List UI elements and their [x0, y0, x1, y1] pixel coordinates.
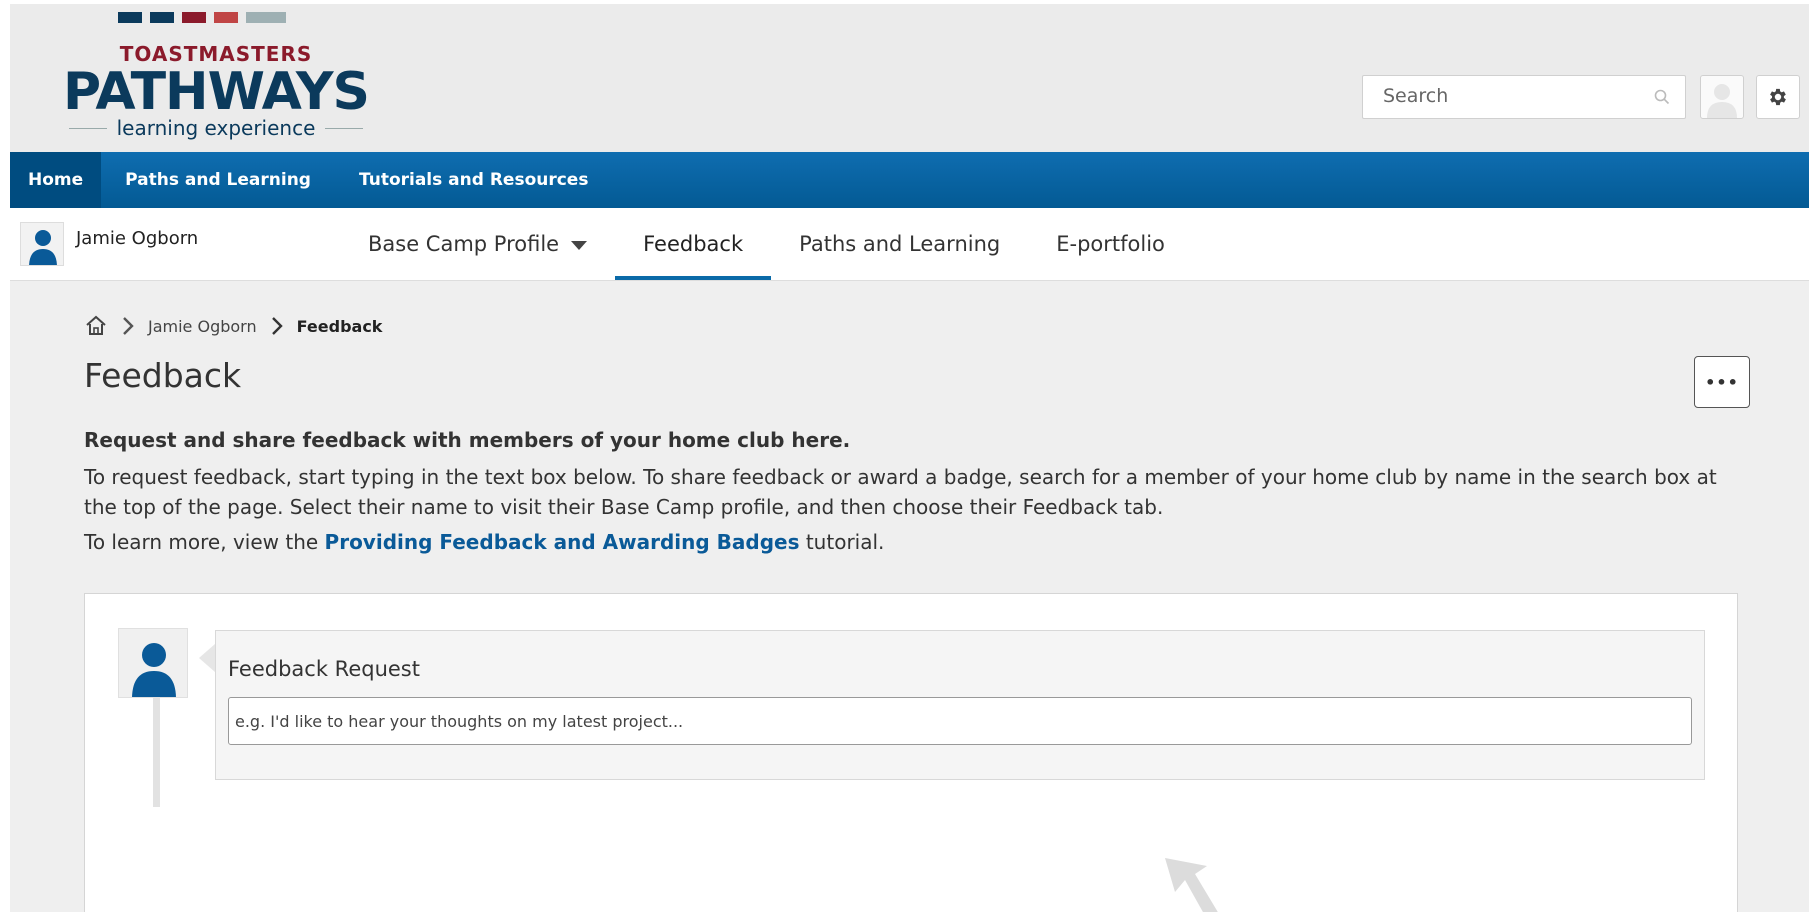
learn-more-suffix: tutorial.: [799, 530, 885, 554]
profile-subnav: Jamie Ogborn Base Camp Profile Feedback …: [10, 208, 1809, 281]
tab-base-camp-profile-label: Base Camp Profile: [368, 232, 560, 256]
page-title: Feedback: [84, 356, 242, 395]
search-box: [1362, 75, 1686, 119]
feedback-panel: Feedback Request: [84, 593, 1738, 912]
nav-paths-and-learning[interactable]: Paths and Learning: [101, 152, 335, 208]
bubble-tail: [199, 644, 215, 672]
logo-subtitle: learning experience: [56, 116, 376, 140]
chevron-right-icon: [123, 317, 134, 335]
learn-more-prefix: To learn more, view the: [84, 530, 325, 554]
feedback-request-bubble: Feedback Request: [215, 630, 1705, 780]
logo-subtitle-text: learning experience: [116, 116, 316, 140]
logo-color-bars: [118, 12, 286, 23]
nav-home[interactable]: Home: [10, 152, 102, 208]
user-profile-picture: [20, 222, 64, 266]
main-nav: Home Paths and Learning Tutorials and Re…: [10, 152, 1809, 208]
search-input[interactable]: [1363, 76, 1643, 116]
user-chip[interactable]: Jamie Ogborn: [20, 222, 198, 266]
more-options-button[interactable]: •••: [1694, 356, 1750, 408]
user-avatar-icon: [1707, 84, 1737, 118]
breadcrumb-current: Feedback: [296, 316, 383, 336]
settings-button[interactable]: [1756, 75, 1800, 119]
tutorial-link[interactable]: Providing Feedback and Awarding Badges: [325, 530, 800, 554]
user-silhouette-icon: [132, 643, 176, 697]
intro-heading: Request and share feedback with members …: [84, 428, 851, 452]
intro-paragraph: To request feedback, start typing in the…: [84, 465, 1717, 519]
user-silhouette-icon: [29, 230, 57, 265]
tab-feedback[interactable]: Feedback: [615, 208, 772, 280]
user-name: Jamie Ogborn: [76, 227, 199, 249]
chevron-down-icon: [571, 240, 588, 250]
timeline-line: [153, 689, 160, 807]
search-icon[interactable]: [1653, 88, 1671, 106]
tab-e-portfolio[interactable]: E-portfolio: [1028, 208, 1193, 280]
chevron-right-icon: [271, 317, 283, 335]
requester-avatar: [118, 628, 188, 698]
user-avatar-button[interactable]: [1700, 75, 1744, 119]
home-icon[interactable]: [84, 314, 108, 338]
feedback-request-title: Feedback Request: [228, 657, 420, 681]
tab-base-camp-profile[interactable]: Base Camp Profile: [340, 208, 615, 280]
pathways-logo[interactable]: TOASTMASTERS PATHWAYS learning experienc…: [56, 12, 386, 142]
cursor-arrow-icon: [1165, 858, 1218, 912]
site-header: TOASTMASTERS PATHWAYS learning experienc…: [10, 4, 1809, 152]
profile-tabs: Base Camp Profile Feedback Paths and Lea…: [340, 208, 1193, 280]
learn-more-text: To learn more, view the Providing Feedba…: [84, 530, 884, 554]
feedback-request-input[interactable]: [228, 697, 1692, 745]
breadcrumb: Jamie Ogborn Feedback: [84, 314, 382, 338]
logo-pathways-text: PATHWAYS: [63, 62, 370, 122]
app-frame: TOASTMASTERS PATHWAYS learning experienc…: [10, 4, 1809, 912]
gear-icon: [1770, 88, 1786, 106]
breadcrumb-user-link[interactable]: Jamie Ogborn: [148, 317, 257, 336]
tab-paths-and-learning[interactable]: Paths and Learning: [771, 208, 1028, 280]
nav-tutorials-and-resources[interactable]: Tutorials and Resources: [335, 152, 612, 208]
